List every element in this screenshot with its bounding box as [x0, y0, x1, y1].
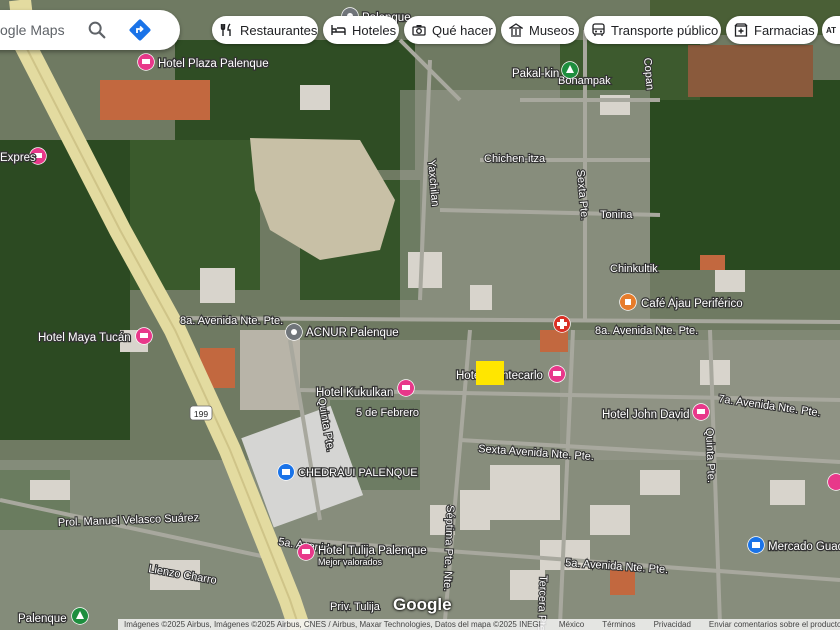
attribution-text: Imágenes ©2025 Airbus, Imágenes ©2025 Ai…	[124, 620, 541, 629]
street-label-8a-avenida: 8a. Avenida Nte. Pte.	[180, 315, 283, 327]
chip-farmacias[interactable]: Farmacias	[726, 16, 818, 44]
svg-text:Expres: Expres	[0, 152, 36, 164]
street-label-chichen-itza: Chichen-itza	[484, 153, 546, 165]
museum-icon	[509, 22, 523, 38]
chip-hoteles[interactable]: Hoteles	[323, 16, 399, 44]
svg-text:Palenque: Palenque	[18, 613, 67, 625]
bed-icon	[331, 22, 346, 38]
svg-text:Hotel John David: Hotel John David	[602, 409, 690, 421]
feedback-link[interactable]: Enviar comentarios sobre el producto	[709, 620, 840, 629]
satellite-map[interactable]: 199 8a. Avenida Nte. Pte. 8a. Avenida Nt…	[0, 0, 840, 630]
google-logo: Google	[393, 595, 452, 614]
street-label-tonina: Tonina	[600, 209, 633, 221]
chip-transporte-publico[interactable]: Transporte público	[584, 16, 721, 44]
svg-text:Hotel Tulija Palenque: Hotel Tulija Palenque	[318, 545, 427, 557]
svg-text:Mercado Guad: Mercado Guad	[768, 541, 840, 553]
highway-shield: 199	[189, 405, 213, 421]
privacy-link[interactable]: Privacidad	[654, 620, 691, 629]
attribution-bar: Imágenes ©2025 Airbus, Imágenes ©2025 Ai…	[118, 619, 840, 630]
svg-text:Mejor valorados: Mejor valorados	[318, 557, 383, 567]
street-label-chinkultik: Chinkultik	[610, 263, 658, 275]
pin-chedraui-palenque: CHEDRAUI PALENQUE	[277, 463, 419, 481]
svg-text:Pakal-kin: Pakal-kin	[512, 68, 559, 80]
category-chips: Restaurantes Hoteles Qué hacer Museos Tr…	[0, 16, 840, 46]
chip-museos[interactable]: Museos	[501, 16, 579, 44]
atm-icon: AT	[826, 25, 837, 35]
highlight-marker	[476, 361, 504, 385]
svg-text:199: 199	[194, 409, 208, 419]
street-label-priv-tulija: Priv. Tulija	[330, 601, 381, 613]
svg-text:Hotel Plaza Palenque: Hotel Plaza Palenque	[158, 58, 269, 70]
pin-partial-right	[827, 473, 840, 491]
terms-link[interactable]: Términos	[602, 620, 635, 629]
country-link[interactable]: México	[559, 620, 584, 629]
svg-text:Café Ajau Periférico: Café Ajau Periférico	[641, 298, 743, 310]
chip-que-hacer[interactable]: Qué hacer	[404, 16, 496, 44]
svg-text:Hotel Kukulkan: Hotel Kukulkan	[316, 387, 393, 399]
chip-restaurantes[interactable]: Restaurantes	[212, 16, 318, 44]
brown-field	[688, 45, 813, 97]
street-label-5-de-febrero: 5 de Febrero	[356, 407, 419, 419]
camera-icon	[412, 22, 426, 38]
pharmacy-icon	[734, 22, 748, 38]
street-label-quinta-pte-east: Quinta Pte.	[703, 428, 717, 483]
svg-text:CHEDRAUI PALENQUE: CHEDRAUI PALENQUE	[298, 467, 418, 479]
bus-icon	[592, 22, 605, 38]
street-label-8a-avenida-east: 8a. Avenida Nte. Pte.	[595, 325, 698, 337]
chip-atm[interactable]: AT	[822, 16, 840, 44]
svg-text:Hotel Maya Tucán: Hotel Maya Tucán	[38, 332, 131, 344]
pin-hospital	[553, 315, 571, 333]
fork-knife-icon	[220, 22, 234, 38]
svg-text:ACNUR Palenque: ACNUR Palenque	[306, 327, 399, 339]
